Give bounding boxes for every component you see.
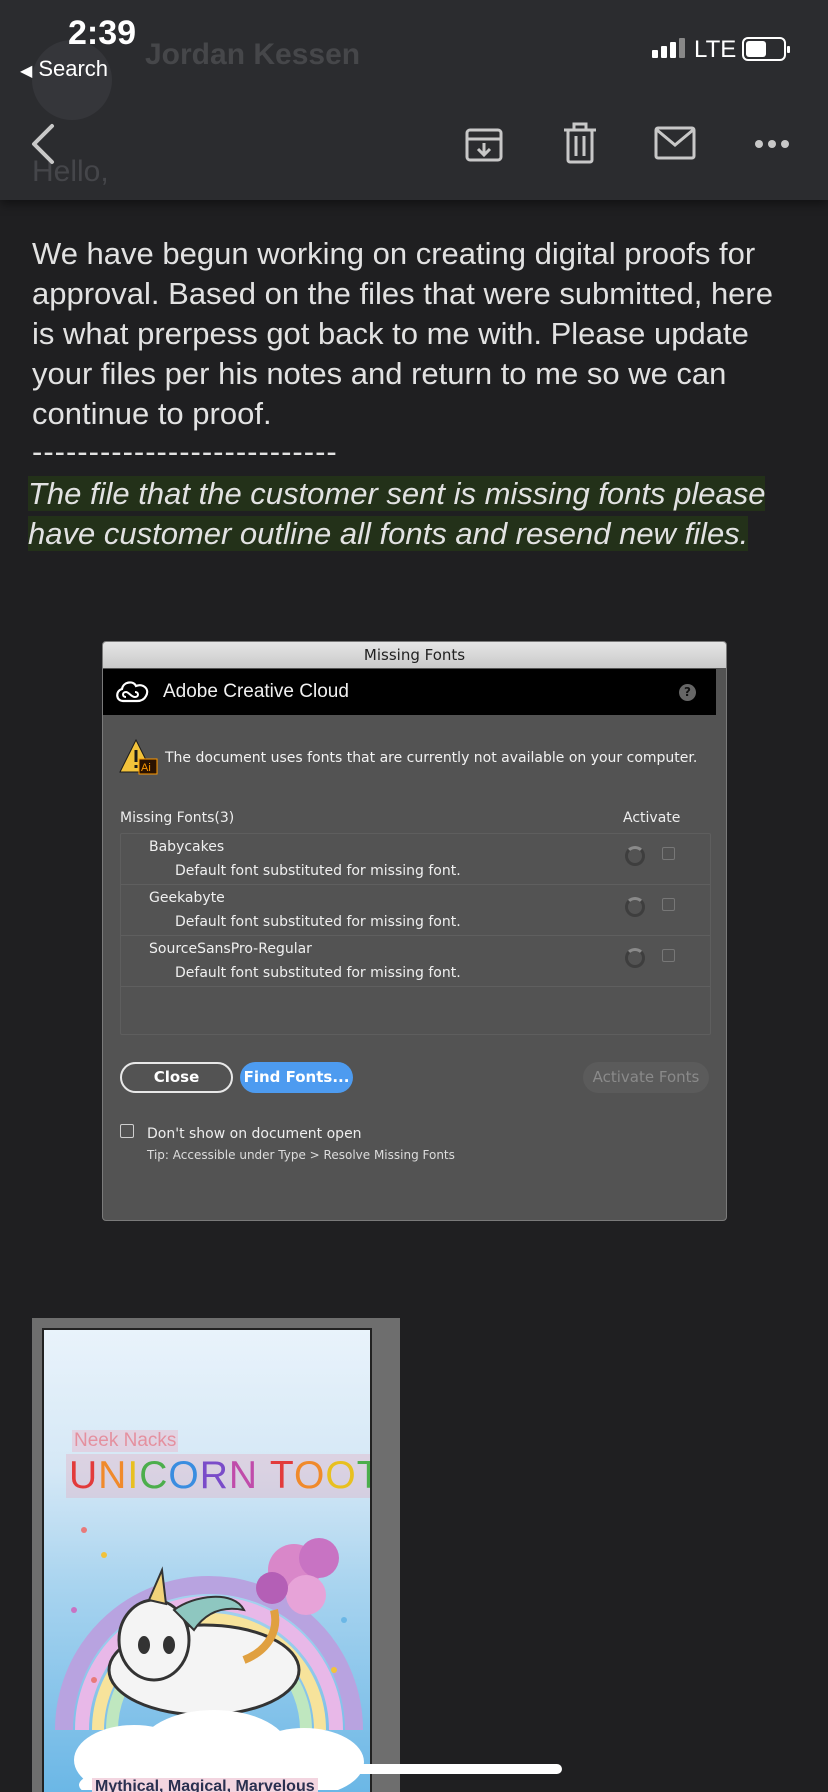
more-icon — [755, 140, 789, 148]
font-row: Babycakes Default font substituted for m… — [121, 834, 710, 885]
attachment-image[interactable]: Neek Nacks UNICORN TOOTS M — [32, 1318, 400, 1792]
dont-show-checkbox — [120, 1124, 134, 1138]
tip-text: Tip: Accessible under Type > Resolve Mis… — [147, 1148, 455, 1162]
dialog-title: Missing Fonts — [103, 642, 726, 668]
missing-fonts-dialog-image: Missing Fonts Adobe Creative Cloud ? Ai … — [102, 641, 727, 1221]
more-button[interactable] — [754, 138, 790, 150]
font-note: Default font substituted for missing fon… — [175, 863, 461, 879]
poster-brand: Neek Nacks — [72, 1430, 179, 1452]
creative-cloud-logo-icon — [116, 681, 149, 703]
help-icon: ? — [679, 684, 696, 701]
email-body: We have begun working on creating digita… — [32, 236, 773, 431]
poster-title-letter: N — [228, 1454, 259, 1497]
font-name: SourceSansPro-Regular — [149, 941, 312, 957]
activate-checkbox — [662, 898, 675, 911]
loading-spinner-icon — [625, 897, 645, 917]
text-divider: --------------------------- — [32, 434, 338, 469]
email-header: Jordan Kessen Hello, 2:39 ◀ Search LTE — [0, 0, 828, 200]
poster-title-letter: O — [294, 1454, 326, 1497]
battery-icon — [742, 37, 790, 61]
poster-title-letter: O — [168, 1454, 200, 1497]
font-name: Geekabyte — [149, 890, 225, 906]
back-to-search[interactable]: ◀ Search — [20, 56, 108, 82]
poster-title-letter: R — [199, 1454, 229, 1497]
loading-spinner-icon — [625, 948, 645, 968]
unicorn-poster: Neek Nacks UNICORN TOOTS M — [42, 1328, 372, 1792]
activate-checkbox — [662, 949, 675, 962]
back-triangle-icon: ◀ — [20, 63, 33, 80]
creative-cloud-bar: Adobe Creative Cloud ? — [103, 669, 716, 715]
poster-title-letter: N — [98, 1454, 128, 1497]
dont-show-label: Don't show on document open — [147, 1126, 362, 1142]
warning-message: The document uses fonts that are current… — [165, 750, 698, 766]
find-fonts-button: Find Fonts... — [240, 1062, 353, 1093]
trash-button[interactable] — [562, 122, 598, 164]
mail-button[interactable] — [654, 126, 696, 160]
network-type: LTE — [694, 36, 737, 63]
activate-fonts-button: Activate Fonts — [583, 1062, 709, 1093]
envelope-icon — [654, 126, 696, 160]
loading-spinner-icon — [625, 846, 645, 866]
back-button[interactable] — [28, 122, 58, 166]
poster-title-letter: C — [139, 1454, 169, 1497]
missing-fonts-header: Missing Fonts(3) — [120, 810, 235, 826]
highlighted-note: The file that the customer sent is missi… — [28, 474, 798, 554]
chevron-left-icon — [32, 124, 54, 164]
activate-checkbox — [662, 847, 675, 860]
status-time: 2:39 — [68, 14, 137, 52]
back-search-label: Search — [38, 56, 109, 81]
brand-label: Adobe Creative Cloud — [163, 681, 349, 702]
font-row: SourceSansPro-Regular Default font subst… — [121, 936, 710, 987]
missing-fonts-list: Babycakes Default font substituted for m… — [120, 833, 711, 1035]
poster-title-letter: I — [127, 1454, 140, 1497]
unicorn-illustration-icon — [55, 1527, 364, 1790]
poster-title-letter — [258, 1454, 270, 1497]
font-note: Default font substituted for missing fon… — [175, 965, 461, 981]
warning-icon: Ai — [119, 738, 158, 775]
trash-icon — [564, 122, 596, 164]
archive-button[interactable] — [464, 124, 504, 164]
poster-title-letter: T — [269, 1454, 295, 1497]
activate-header: Activate — [623, 810, 681, 826]
close-button: Close — [120, 1062, 233, 1093]
home-indicator[interactable] — [266, 1764, 562, 1774]
poster-tagline: Mythical, Magical, Marvelous — [92, 1778, 318, 1792]
font-row: Geekabyte Default font substituted for m… — [121, 885, 710, 936]
archive-icon — [465, 128, 503, 162]
warning-badge: Ai — [141, 762, 151, 774]
sender-name: Jordan Kessen — [145, 38, 361, 71]
highlighted-note-text: The file that the customer sent is missi… — [28, 476, 766, 551]
poster-title-letter: U — [69, 1454, 99, 1497]
signal-icon — [652, 38, 688, 58]
poster-title: UNICORN TOOTS — [66, 1454, 370, 1498]
poster-title-letter: O — [325, 1454, 357, 1497]
font-note: Default font substituted for missing fon… — [175, 914, 461, 930]
poster-title-letter: T — [357, 1454, 370, 1497]
font-name: Babycakes — [149, 839, 225, 855]
